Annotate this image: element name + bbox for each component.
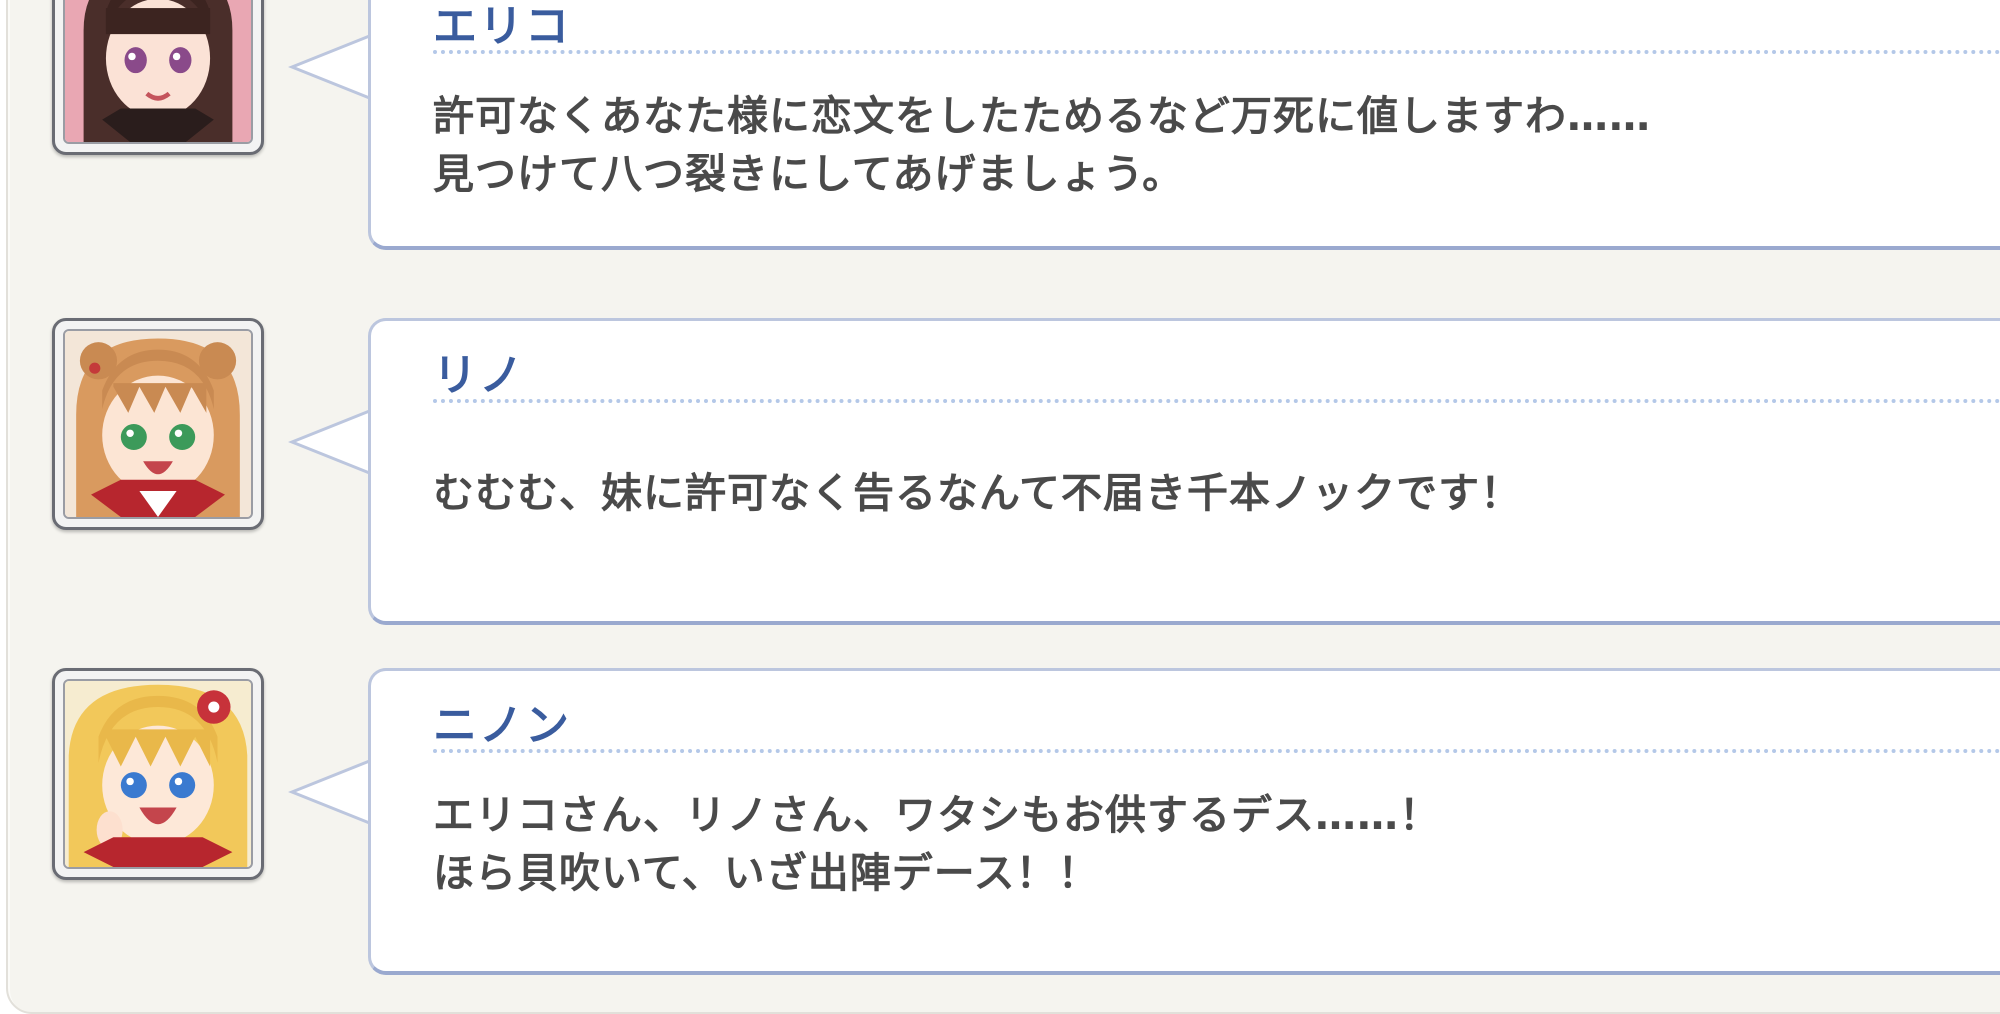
bubble-tail [288, 758, 373, 826]
speaker-name: リノ [433, 350, 525, 401]
bubble-tail [288, 33, 373, 101]
avatar-eriko [52, 0, 264, 155]
name-divider [433, 399, 2000, 403]
avatar-rino [52, 318, 264, 530]
avatar-ninon [52, 668, 264, 880]
message-line: ほら貝吹いて、いざ出陣デース！！ [433, 849, 1100, 897]
speech-bubble: ニノン エリコさん、リノさん、ワタシもお供するデス……！ ほら貝吹いて、いざ出陣… [368, 668, 2000, 975]
name-divider [433, 749, 2000, 753]
message-line: エリコさん、リノさん、ワタシもお供するデス……！ [433, 791, 1441, 839]
chat-message-rino: リノ むむむ、妹に許可なく告るなんて不届き千本ノックです！ [0, 318, 2000, 625]
chat-message-ninon: ニノン エリコさん、リノさん、ワタシもお供するデス……！ ほら貝吹いて、いざ出陣… [0, 668, 2000, 975]
name-divider [433, 50, 2000, 54]
speaker-name: ニノン [433, 700, 571, 751]
message-line: 見つけて八つ裂きにしてあげましょう。 [433, 150, 1185, 198]
message-line: 許可なくあなた様に恋文をしたためるなど万死に値しますわ…… [433, 92, 1651, 140]
bubble-tail [288, 408, 373, 476]
chat-message-eriko: エリコ 許可なくあなた様に恋文をしたためるなど万死に値しますわ…… 見つけて八つ… [0, 0, 2000, 250]
speaker-name: エリコ [433, 1, 571, 52]
speech-bubble: リノ むむむ、妹に許可なく告るなんて不届き千本ノックです！ [368, 318, 2000, 625]
speech-bubble: エリコ 許可なくあなた様に恋文をしたためるなど万死に値しますわ…… 見つけて八つ… [368, 0, 2000, 250]
message-line: むむむ、妹に許可なく告るなんて不届き千本ノックです！ [433, 469, 1523, 517]
